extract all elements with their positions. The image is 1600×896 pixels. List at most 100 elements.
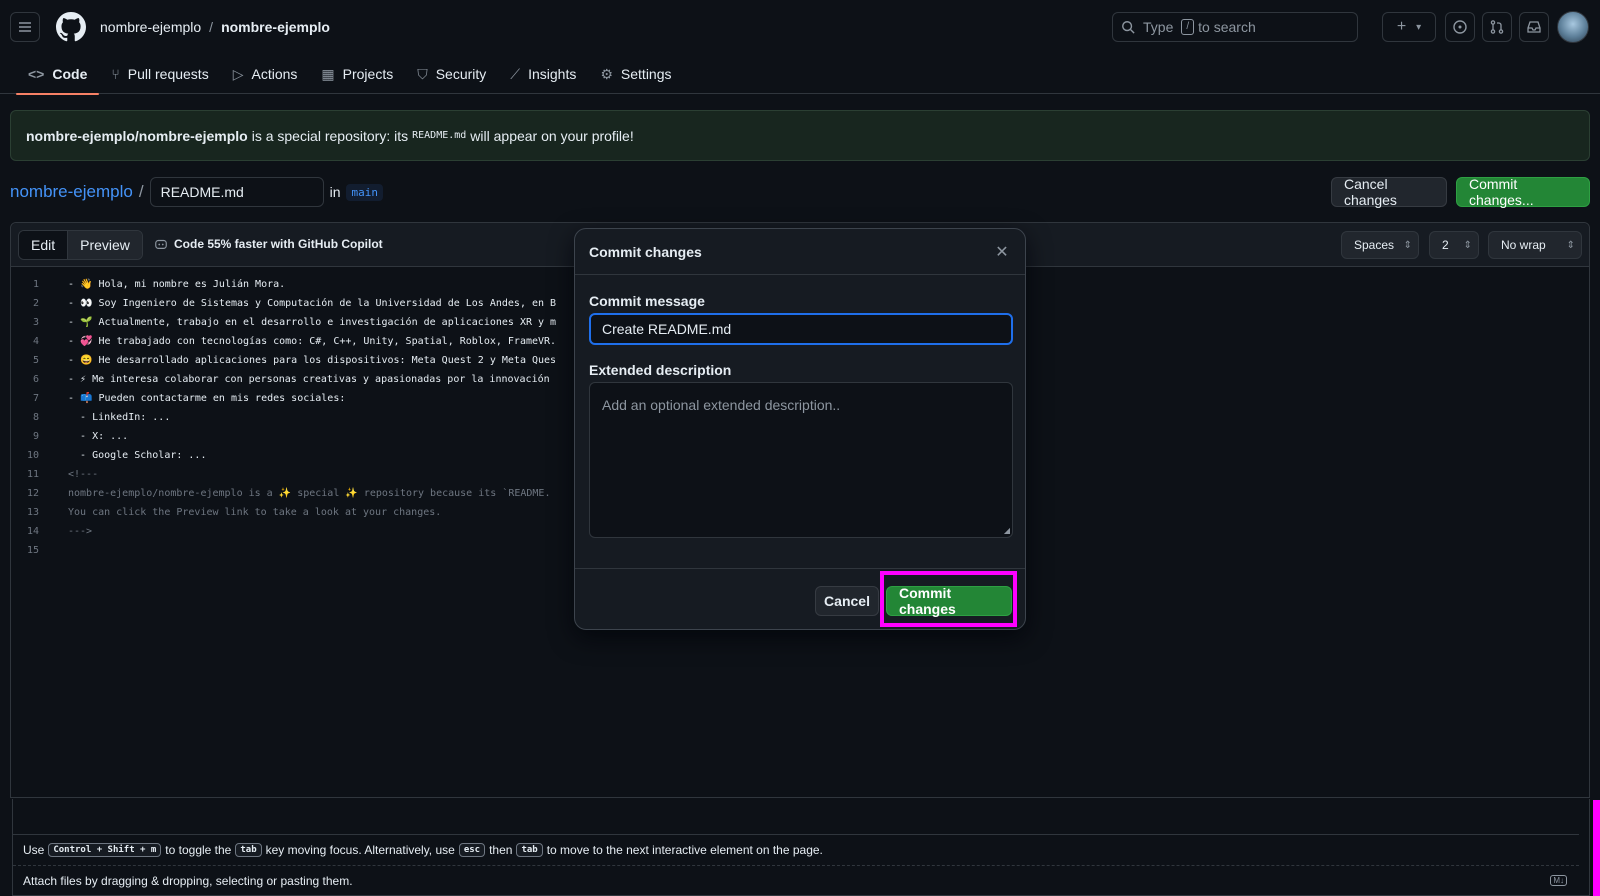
line-number: 11 [26,469,39,480]
tab-insights[interactable]: ⟋ Insights [498,54,588,94]
line-text: ---> [68,526,93,537]
line-number: 10 [26,450,39,461]
avatar[interactable] [1557,11,1589,43]
tab-label: Actions [251,66,298,82]
breadcrumb: nombre-ejemplo / nombre-ejemplo [100,19,330,35]
branch-in-label: in [329,184,341,200]
line-number: 9 [32,431,39,442]
hamburger-icon [19,22,31,32]
editor-footer: Use Control + Shift + m to toggle the ta… [12,799,1590,896]
line-text: - Google Scholar: ... [68,450,207,461]
special-repo-banner: nombre-ejemplo/nombre-ejemplo is a speci… [10,110,1590,161]
extended-description-input[interactable]: Add an optional extended description.. ◢ [589,382,1013,538]
tab-pull-requests[interactable]: ⑂ Pull requests [99,54,220,94]
line-text: - 💞️ He trabajado con tecnologías como: … [68,336,557,347]
repo-root-link[interactable]: nombre-ejemplo [10,182,133,202]
extended-description-label: Extended description [589,362,732,378]
line-text: - 😄 He desarrollado aplicaciones para lo… [68,355,557,366]
attach-text: Attach files by dragging & dropping, sel… [23,873,353,888]
banner-text-2: will appear on your profile! [470,127,634,144]
line-text: - 👀 Soy Ingeniero de Sistemas y Computac… [68,298,557,309]
tab-projects[interactable]: ▦ Projects [309,54,405,94]
tab-settings[interactable]: ⚙ Settings [588,54,683,94]
markdown-icon: M↓ [1550,875,1567,886]
pull-requests-button[interactable] [1482,12,1512,42]
chevron-down-icon: ▾ [1416,21,1422,33]
tab-label: Settings [620,66,672,82]
tab-actions[interactable]: ▷ Actions [221,54,310,94]
wrap-mode-select[interactable]: No wrap [1488,231,1582,259]
line-number: 2 [32,298,39,309]
issues-button[interactable] [1445,12,1475,42]
tab-label: Code [52,66,88,82]
line-number: 6 [32,374,39,385]
line-number: 4 [32,336,39,347]
help-text-4: to move to the next interactive element … [546,843,823,857]
line-number: 15 [26,545,39,556]
line-text: - 👋 Hola, mi nombre es Julián Mora. [68,279,286,290]
line-text: - X: ... [68,431,129,442]
repo-link[interactable]: nombre-ejemplo [221,19,330,35]
path-separator: / [138,182,144,201]
pull-request-icon: ⑂ [111,66,120,82]
menu-button[interactable] [10,12,40,42]
resize-handle-icon[interactable]: ◢ [1004,526,1010,535]
commit-message-input[interactable]: Create README.md [589,313,1013,345]
graph-icon: ⟋ [510,65,521,82]
plus-icon: + [1396,18,1407,35]
tab-label: Security [435,66,487,82]
commit-changes-button[interactable]: Commit changes... [1456,176,1590,208]
line-number: 1 [32,279,39,290]
owner-link[interactable]: nombre-ejemplo [100,19,201,35]
global-header: nombre-ejemplo / nombre-ejemplo [0,0,1600,54]
commit-message-label: Commit message [589,293,705,309]
issue-icon [1453,20,1467,34]
create-new-button[interactable]: + ▾ [1382,12,1436,42]
line-text: <!--- [68,469,99,480]
close-icon[interactable]: ✕ [991,241,1013,263]
tab-code[interactable]: <> Code [16,54,100,95]
tab-security[interactable]: ⛉ Security [405,54,498,94]
cancel-changes-button[interactable]: Cancel changes [1331,176,1447,208]
line-text: nombre-ejemplo/nombre-ejemplo is a ✨ spe… [68,488,551,499]
copilot-text: Code 55% faster with GitHub Copilot [174,237,383,251]
dialog-title: Commit changes [575,229,1025,275]
tab-edit[interactable]: Edit [19,231,69,259]
filename-input[interactable]: README.md [149,177,324,207]
code-icon: <> [28,66,45,82]
commit-button-highlight [880,571,1017,627]
dialog-cancel-button[interactable]: Cancel [815,586,879,616]
description-placeholder: Add an optional extended description.. [602,397,841,413]
search-icon [1122,21,1135,34]
indent-mode-select[interactable]: Spaces [1341,231,1419,259]
search-prefix: Type [1143,19,1174,35]
banner-file: README.md [412,130,467,141]
inbox-button[interactable] [1519,12,1549,42]
line-text: - 📫 Pueden contactarme en mis redes soci… [68,393,346,404]
shield-icon: ⛉ [417,65,428,82]
indent-size-select[interactable]: 2 [1429,231,1479,259]
banner-text-1: is a special repository: its [251,127,409,144]
line-number: 14 [26,526,39,537]
help-key-toggle: Control + Shift + m [48,843,162,857]
line-text: - ⚡ Me interesa colaborar con personas c… [68,374,550,385]
line-number: 12 [26,488,39,499]
edit-preview-toggle: Edit Preview [18,230,143,260]
tab-label: Insights [528,66,577,82]
help-use: Use [23,843,45,857]
copilot-promo[interactable]: Code 55% faster with GitHub Copilot [154,237,383,251]
attach-files-area[interactable]: Attach files by dragging & dropping, sel… [13,865,1579,895]
tab-label: Projects [342,66,394,82]
inbox-icon [1527,21,1541,33]
line-number: 5 [32,355,39,366]
table-icon: ▦ [321,65,335,82]
search-input[interactable]: Type / to search [1112,12,1358,42]
line-text: You can click the Preview link to take a… [68,507,442,518]
commit-dialog: Commit changes ✕ Commit message Create R… [574,228,1026,630]
tab-preview[interactable]: Preview [68,231,142,259]
github-logo-icon[interactable] [56,12,86,42]
line-number: 8 [32,412,39,423]
help-key-tab: tab [235,843,262,857]
copilot-icon [155,239,167,249]
banner-repo-name: nombre-ejemplo/nombre-ejemplo [26,127,248,144]
